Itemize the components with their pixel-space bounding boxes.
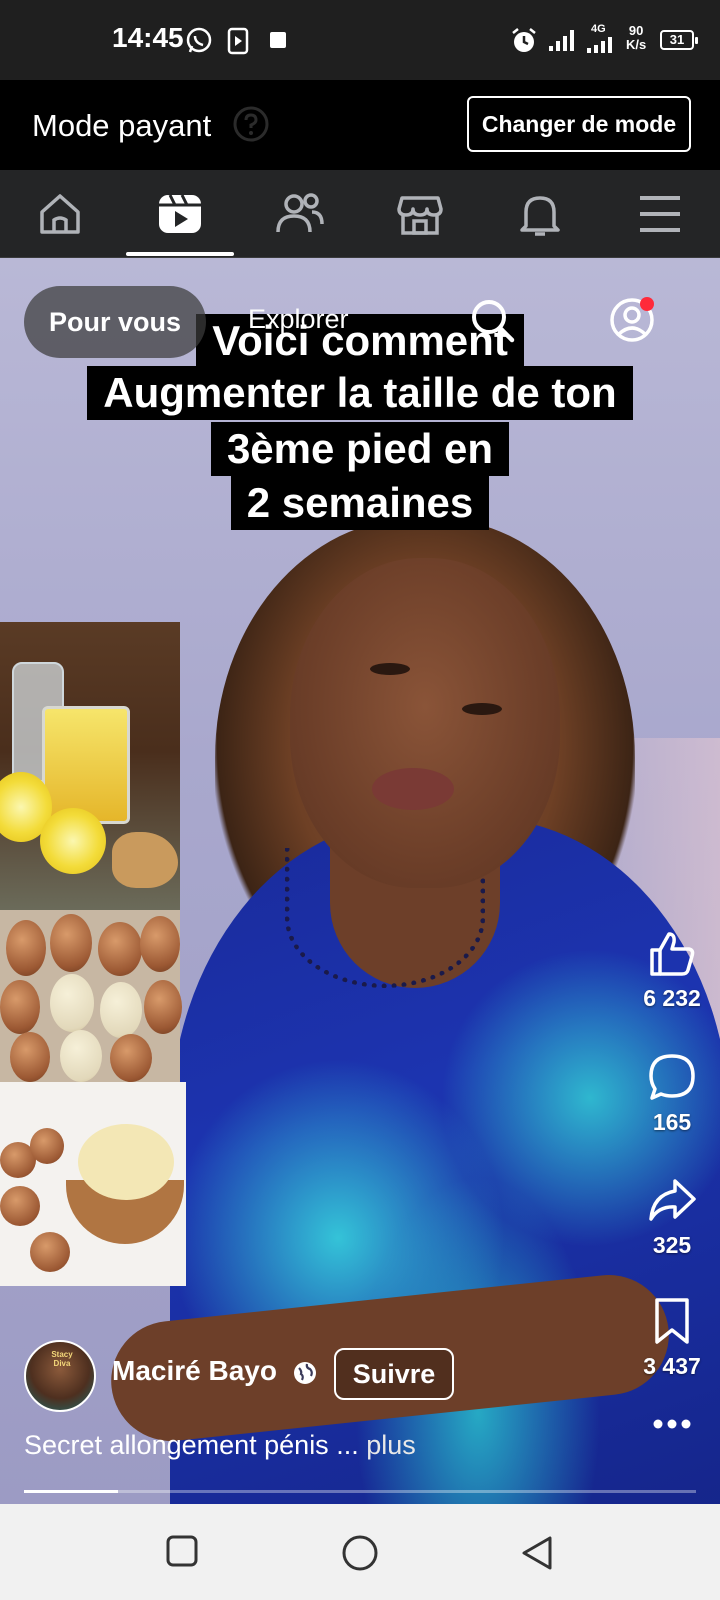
like-action[interactable]: 6 232	[630, 928, 714, 1012]
avatar-text: Stacy Diva	[51, 1350, 73, 1368]
nav-notifications[interactable]	[480, 170, 600, 258]
nav-video[interactable]	[120, 170, 240, 258]
description-text: Secret allongement pénis ...	[24, 1430, 359, 1460]
net-speed-value: 90	[628, 23, 644, 38]
comment-count: 165	[652, 1109, 692, 1135]
collage-ginger-lemon	[0, 622, 180, 910]
video-description[interactable]: Secret allongement pénis ... plus	[24, 1430, 416, 1461]
collage-nuts	[0, 910, 182, 1082]
nav-menu[interactable]	[600, 170, 720, 258]
net-speed: 90 K/s	[626, 24, 646, 52]
marketplace-icon	[397, 196, 443, 235]
home-button-icon[interactable]	[341, 1534, 379, 1572]
friends-icon	[276, 193, 324, 233]
juice-glass-image	[42, 706, 130, 824]
save-count: 3 437	[643, 1353, 701, 1379]
share-action[interactable]: 325	[630, 1175, 714, 1259]
ginger-image	[112, 832, 178, 888]
image-collage	[0, 622, 186, 1286]
more-link[interactable]: plus	[366, 1430, 416, 1460]
collage-shea	[0, 1082, 186, 1286]
follow-button[interactable]: Suivre	[334, 1348, 454, 1400]
caption-line: 2 semaines	[0, 476, 720, 530]
system-nav-bar	[0, 1504, 720, 1600]
back-icon[interactable]	[520, 1534, 554, 1572]
whatsapp-icon	[186, 27, 212, 53]
change-mode-button[interactable]: Changer de mode	[467, 96, 691, 152]
lemon-image	[40, 808, 106, 874]
battery-indicator: 31	[660, 30, 698, 50]
video-progress-fill	[24, 1490, 119, 1493]
like-count: 6 232	[643, 985, 701, 1011]
globe-icon	[294, 1362, 316, 1384]
comment-action[interactable]: 165	[630, 1052, 714, 1136]
author-name[interactable]: Maciré Bayo	[112, 1355, 277, 1387]
top-nav	[0, 170, 720, 258]
video-progress-track[interactable]	[24, 1490, 696, 1493]
notification-dot	[640, 297, 654, 311]
more-options-icon[interactable]	[652, 1418, 692, 1430]
nav-friends[interactable]	[240, 170, 360, 258]
tab-explore[interactable]: Explorer	[248, 304, 349, 335]
person-lips	[372, 768, 454, 810]
notifications-icon	[520, 196, 560, 236]
menu-icon	[640, 196, 680, 232]
caption-line: 3ème pied en	[0, 422, 720, 476]
video-icon	[159, 194, 201, 233]
like-icon	[650, 932, 695, 976]
nav-marketplace[interactable]	[360, 170, 480, 258]
comment-icon	[649, 1054, 695, 1100]
net-speed-unit: K/s	[626, 37, 647, 52]
person-eye	[370, 663, 410, 675]
reel-video[interactable]: Voici comment Augmenter la taille de ton…	[0, 258, 720, 1504]
person-face	[290, 558, 560, 888]
caption-line: Augmenter la taille de ton	[0, 366, 720, 420]
tab-for-you[interactable]: Pour vous	[24, 286, 206, 358]
mode-bar: Mode payant Changer de mode	[0, 80, 720, 170]
nav-active-indicator	[126, 252, 234, 256]
recent-apps-icon[interactable]	[165, 1534, 199, 1568]
share-icon	[649, 1179, 696, 1221]
share-count: 325	[652, 1232, 692, 1258]
status-time: 14:45	[112, 22, 184, 53]
mode-title: Mode payant	[32, 108, 212, 143]
home-icon	[40, 194, 80, 234]
signal-icon	[549, 30, 574, 51]
alarm-icon	[512, 28, 536, 52]
status-bar: 14:45 4G 90 K/s 31	[0, 0, 720, 80]
shea-butter-image	[78, 1124, 174, 1200]
save-action[interactable]: 3 437	[630, 1296, 714, 1380]
search-icon[interactable]	[470, 298, 516, 344]
network-type: 4G	[591, 23, 606, 35]
signal-icon	[587, 37, 612, 53]
media-icon	[227, 27, 249, 55]
avatar[interactable]: Stacy Diva	[24, 1340, 96, 1412]
help-icon[interactable]	[233, 106, 269, 142]
square-icon	[270, 32, 286, 48]
nav-home[interactable]	[0, 170, 120, 258]
person-eye	[462, 703, 502, 715]
bookmark-icon	[655, 1298, 689, 1344]
